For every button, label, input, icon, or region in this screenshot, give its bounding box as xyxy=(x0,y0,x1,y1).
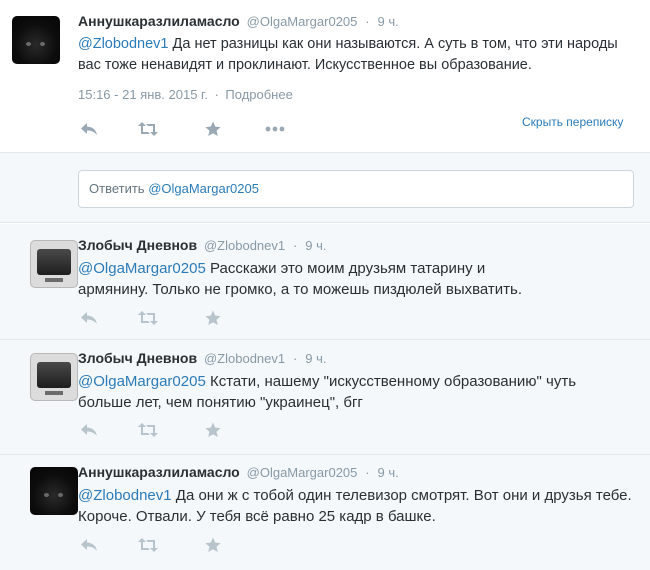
retweet-button[interactable] xyxy=(137,535,159,555)
tweet-text: @OlgaMargar0205 Расскажи это моим друзья… xyxy=(78,258,548,300)
favorite-button[interactable] xyxy=(202,119,224,139)
tweet-time[interactable]: 9 ч. xyxy=(305,351,326,366)
separator-dot: · xyxy=(293,351,298,366)
user-name[interactable]: Злобыч Дневнов xyxy=(78,350,197,366)
reply-arrow-icon xyxy=(81,539,97,551)
tweet-text: @OlgaMargar0205 Кстати, нашему "искусств… xyxy=(78,371,578,413)
retweet-button[interactable] xyxy=(137,119,159,139)
reply-button[interactable] xyxy=(78,119,100,139)
reply-arrow-icon xyxy=(81,123,97,135)
reply-area: Ответить @OlgaMargar0205 xyxy=(0,153,650,223)
reply-handle: @OlgaMargar0205 xyxy=(148,181,259,196)
cat-eye-left xyxy=(26,42,31,46)
reply-prefix: Ответить xyxy=(89,181,149,196)
star-icon xyxy=(205,422,221,437)
details-link[interactable]: Подробнее xyxy=(225,87,292,102)
user-screen-name[interactable]: @Zlobodnev1 xyxy=(204,351,285,366)
retweet-icon xyxy=(138,538,158,552)
user-name[interactable]: Аннушкаразлиламасло xyxy=(78,464,240,480)
tweet-time[interactable]: 9 ч. xyxy=(378,14,399,29)
tweet-actions xyxy=(78,420,298,440)
tweet-time[interactable]: 9 ч. xyxy=(305,238,326,253)
reply-arrow-icon xyxy=(81,312,97,324)
retweet-icon xyxy=(138,423,158,437)
tweet-text: @Zlobodnev1 Да они ж с тобой один телеви… xyxy=(78,485,638,527)
user-name[interactable]: Злобыч Дневнов xyxy=(78,237,197,253)
reply-input[interactable]: Ответить @OlgaMargar0205 xyxy=(78,170,634,208)
conversation-tweet: Злобыч Дневнов @Zlobodnev1 · 9 ч. @OlgaM… xyxy=(0,340,650,455)
mention-link[interactable]: @OlgaMargar0205 xyxy=(78,373,206,390)
mention-link[interactable]: @OlgaMargar0205 xyxy=(78,260,206,277)
separator-dot: · xyxy=(293,238,298,253)
retweet-button[interactable] xyxy=(137,308,159,328)
more-button[interactable] xyxy=(264,119,286,139)
cat-eye-right xyxy=(40,42,45,46)
retweet-icon xyxy=(138,122,158,136)
star-icon xyxy=(205,537,221,552)
tv-stand xyxy=(45,278,63,282)
cat-eye-left xyxy=(44,493,49,497)
tv-screen xyxy=(37,362,71,388)
favorite-button[interactable] xyxy=(202,420,224,440)
favorite-button[interactable] xyxy=(202,535,224,555)
reply-button[interactable] xyxy=(78,535,100,555)
favorite-button[interactable] xyxy=(202,308,224,328)
cat-eye-right xyxy=(58,493,63,497)
more-dots-icon xyxy=(265,126,285,132)
separator-dot: · xyxy=(365,14,370,29)
avatar[interactable] xyxy=(12,16,60,64)
mention-link[interactable]: @Zlobodnev1 xyxy=(78,487,172,504)
tweet-header: Злобыч Дневнов @Zlobodnev1 · 9 ч. xyxy=(78,237,326,253)
user-name[interactable]: Аннушкаразлиламасло xyxy=(78,13,240,29)
tweet-date[interactable]: 15:16 - 21 янв. 2015 г. xyxy=(78,87,208,102)
tweet-header: Злобыч Дневнов @Zlobodnev1 · 9 ч. xyxy=(78,350,326,366)
avatar[interactable] xyxy=(30,240,78,288)
retweet-icon xyxy=(138,311,158,325)
tweet-actions xyxy=(78,535,298,555)
mention-link[interactable]: @Zlobodnev1 xyxy=(78,36,169,52)
conversation-tweet: Злобыч Дневнов @Zlobodnev1 · 9 ч. @OlgaM… xyxy=(0,224,650,340)
reply-button[interactable] xyxy=(78,420,100,440)
user-screen-name[interactable]: @OlgaMargar0205 xyxy=(247,14,358,29)
star-icon xyxy=(205,121,221,136)
meta-separator: · xyxy=(214,87,219,102)
user-screen-name[interactable]: @Zlobodnev1 xyxy=(204,238,285,253)
reply-button[interactable] xyxy=(78,308,100,328)
reply-arrow-icon xyxy=(81,424,97,436)
conversation-tweet: Аннушкаразлиламасло @OlgaMargar0205 · 9 … xyxy=(0,455,650,570)
user-screen-name[interactable]: @OlgaMargar0205 xyxy=(247,465,358,480)
main-tweet: Аннушкаразлиламасло @OlgaMargar0205 · 9 … xyxy=(0,0,650,153)
tweet-meta: 15:16 - 21 янв. 2015 г. · Подробнее xyxy=(78,87,293,102)
tweet-actions xyxy=(78,308,298,328)
separator-dot: · xyxy=(365,465,370,480)
avatar[interactable] xyxy=(30,353,78,401)
tweet-header: Аннушкаразлиламасло @OlgaMargar0205 · 9 … xyxy=(78,13,399,29)
hide-conversation-link[interactable]: Скрыть переписку xyxy=(522,115,623,129)
tweet-time[interactable]: 9 ч. xyxy=(378,465,399,480)
avatar[interactable] xyxy=(30,467,78,515)
tweet-text: @Zlobodnev1 Да нет разницы как они назыв… xyxy=(78,34,638,76)
star-icon xyxy=(205,310,221,325)
tv-stand xyxy=(45,391,63,395)
retweet-button[interactable] xyxy=(137,420,159,440)
tv-screen xyxy=(37,249,71,275)
tweet-actions xyxy=(78,119,298,139)
tweet-header: Аннушкаразлиламасло @OlgaMargar0205 · 9 … xyxy=(78,464,399,480)
